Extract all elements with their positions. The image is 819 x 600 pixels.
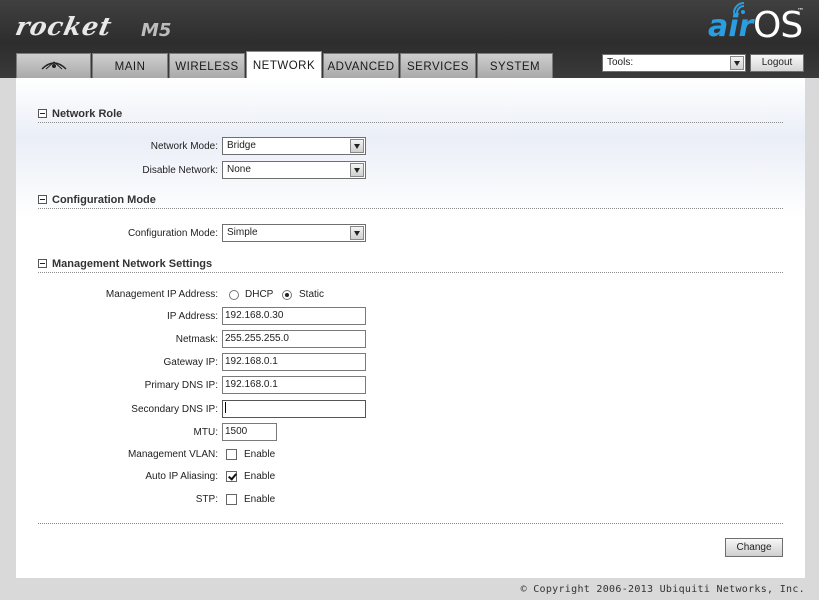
tab-advanced[interactable]: ADVANCED (323, 53, 399, 78)
ubiquiti-logo-icon (41, 61, 66, 70)
configuration-mode-label: Configuration Mode: (127, 228, 218, 239)
logout-button[interactable]: Logout (750, 54, 804, 72)
form-divider (38, 523, 783, 524)
section-management-network[interactable]: Management Network Settings (38, 258, 212, 270)
gateway-ip-label: Gateway IP: (163, 357, 218, 368)
secondary-dns-input[interactable] (222, 400, 366, 418)
management-ip-mode-label: Management IP Address: (105, 289, 218, 300)
primary-dns-input[interactable]: 192.168.0.1 (222, 376, 366, 394)
static-label: Static (299, 289, 325, 300)
mtu-label: MTU: (193, 427, 218, 438)
configuration-mode-select[interactable]: Simple (222, 224, 366, 242)
chevron-down-icon (350, 163, 364, 177)
ip-address-label: IP Address: (167, 311, 218, 322)
rocket-logo: rocket (12, 12, 115, 41)
disable-network-label: Disable Network: (142, 165, 218, 176)
auto-ip-aliasing-checkbox[interactable] (226, 471, 237, 482)
disable-network-select[interactable]: None (222, 161, 366, 179)
static-radio[interactable] (282, 290, 292, 300)
management-vlan-enable-label: Enable (244, 449, 276, 460)
chevron-down-icon (350, 226, 364, 240)
model-logo: M5 (141, 20, 172, 41)
tab-services[interactable]: SERVICES (400, 53, 476, 78)
mtu-input[interactable]: 1500 (222, 423, 277, 441)
airos-logo-os: OS (753, 5, 803, 46)
change-button[interactable]: Change (725, 538, 783, 557)
dhcp-label: DHCP (245, 289, 274, 300)
section-divider (38, 208, 783, 209)
netmask-input[interactable]: 255.255.255.0 (222, 330, 366, 348)
stp-label: STP: (195, 494, 218, 505)
collapse-icon[interactable] (38, 109, 47, 118)
collapse-icon[interactable] (38, 195, 47, 204)
tab-system[interactable]: SYSTEM (477, 53, 553, 78)
auto-ip-aliasing-label: Auto IP Aliasing: (145, 471, 218, 482)
section-network-role-title: Network Role (52, 108, 123, 120)
text-cursor (225, 402, 226, 413)
tools-select-value: Tools: (607, 57, 634, 68)
section-configuration-mode[interactable]: Configuration Mode (38, 194, 156, 206)
section-management-network-title: Management Network Settings (52, 258, 213, 270)
section-network-role[interactable]: Network Role (38, 108, 122, 120)
header-bar: rocket M5 air OS ™ MAIN WIRELESS NETWORK… (0, 0, 819, 78)
stp-enable-label: Enable (244, 494, 276, 505)
chevron-down-icon (730, 56, 744, 70)
disable-network-value: None (227, 164, 251, 175)
airos-logo-air: air (708, 9, 754, 44)
collapse-icon[interactable] (38, 259, 47, 268)
management-vlan-label: Management VLAN: (127, 449, 218, 460)
network-mode-select[interactable]: Bridge (222, 137, 366, 155)
network-mode-value: Bridge (227, 140, 256, 151)
copyright-footer: © Copyright 2006-2013 Ubiquiti Networks,… (520, 584, 805, 595)
secondary-dns-label: Secondary DNS IP: (131, 404, 218, 415)
management-vlan-checkbox[interactable] (226, 449, 237, 460)
chevron-down-icon (350, 139, 364, 153)
trademark-mark: ™ (797, 7, 804, 15)
network-mode-label: Network Mode: (150, 141, 218, 152)
stp-checkbox[interactable] (226, 494, 237, 505)
section-divider (38, 122, 783, 123)
netmask-label: Netmask: (175, 334, 218, 345)
tab-wireless[interactable]: WIRELESS (169, 53, 245, 78)
ip-address-input[interactable]: 192.168.0.30 (222, 307, 366, 325)
section-configuration-mode-title: Configuration Mode (52, 194, 156, 206)
section-divider (38, 272, 783, 273)
gateway-ip-input[interactable]: 192.168.0.1 (222, 353, 366, 371)
auto-ip-aliasing-enable-label: Enable (244, 471, 276, 482)
configuration-mode-value: Simple (227, 227, 258, 238)
tools-select[interactable]: Tools: (602, 54, 746, 72)
tab-main[interactable]: MAIN (92, 53, 168, 78)
dhcp-radio[interactable] (229, 290, 239, 300)
network-settings-panel: Network Role Network Mode: Bridge Disabl… (16, 78, 805, 578)
tab-network[interactable]: NETWORK (246, 51, 322, 78)
primary-dns-label: Primary DNS IP: (144, 380, 218, 391)
tab-ubiquiti-home[interactable] (16, 53, 91, 78)
